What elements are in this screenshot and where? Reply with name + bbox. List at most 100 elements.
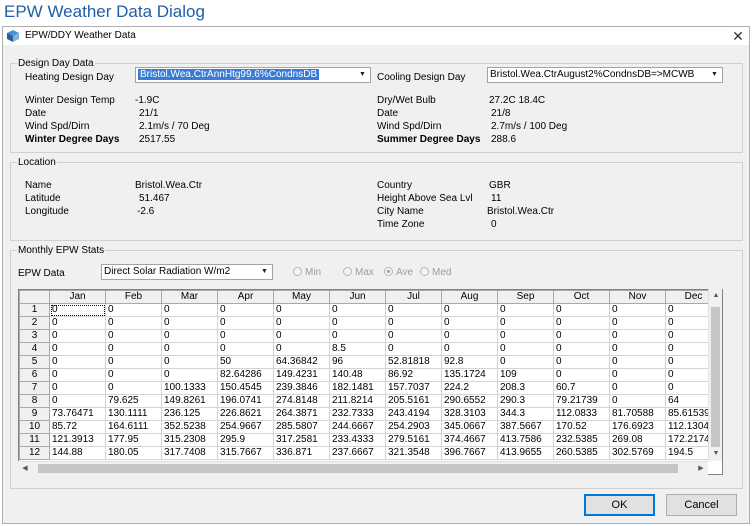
scroll-right-icon[interactable]: ▶ bbox=[694, 462, 708, 476]
grid-cell[interactable]: 0 bbox=[105, 316, 162, 330]
grid-cell[interactable]: 60.7 bbox=[553, 381, 610, 395]
chevron-down-icon[interactable]: ▼ bbox=[708, 69, 721, 81]
grid-cell[interactable]: 0 bbox=[217, 316, 274, 330]
radio-max[interactable]: Max bbox=[343, 267, 374, 278]
grid-cell[interactable]: 0 bbox=[553, 329, 610, 343]
grid-cell[interactable]: 0 bbox=[329, 303, 386, 317]
grid-cell[interactable]: 0 bbox=[609, 381, 666, 395]
grid-cell[interactable]: 254.9667 bbox=[217, 420, 274, 434]
grid-cell[interactable]: 0 bbox=[609, 303, 666, 317]
grid-cell[interactable]: 0 bbox=[161, 355, 218, 369]
grid-cell[interactable]: 50 bbox=[217, 355, 274, 369]
grid-cell[interactable]: 0 bbox=[105, 381, 162, 395]
grid-cell[interactable]: 85.72 bbox=[49, 420, 106, 434]
grid-cell[interactable]: 0 bbox=[105, 329, 162, 343]
row-header[interactable]: 7 bbox=[19, 381, 50, 395]
grid-cell[interactable]: 130.1111 bbox=[105, 407, 162, 421]
grid-cell[interactable]: 79.21739 bbox=[553, 394, 610, 408]
column-header[interactable]: Oct bbox=[553, 290, 610, 304]
cancel-button[interactable]: Cancel bbox=[666, 494, 737, 516]
close-icon[interactable]: ✕ bbox=[729, 27, 747, 45]
grid-cell[interactable]: 345.0667 bbox=[441, 420, 498, 434]
horizontal-scroll-thumb[interactable] bbox=[38, 464, 678, 473]
grid-cell[interactable]: 396.7667 bbox=[441, 446, 498, 460]
grid-cell[interactable]: 315.2308 bbox=[161, 433, 218, 447]
grid-cell[interactable]: 290.3 bbox=[497, 394, 554, 408]
grid-cell[interactable]: 157.7037 bbox=[385, 381, 442, 395]
grid-cell[interactable]: 0 bbox=[553, 355, 610, 369]
grid-cell[interactable]: 121.3913 bbox=[49, 433, 106, 447]
grid-cell[interactable]: 232.5385 bbox=[553, 433, 610, 447]
heating-design-day-select[interactable]: Bristol.Wea.CtrAnnHtg99.6%CondnsDB ▼ bbox=[135, 67, 371, 83]
grid-cell[interactable]: 135.1724 bbox=[441, 368, 498, 382]
grid-cell[interactable]: 149.4231 bbox=[273, 368, 330, 382]
grid-cell[interactable]: 196.0741 bbox=[217, 394, 274, 408]
grid-cell[interactable]: 86.92 bbox=[385, 368, 442, 382]
grid-cell[interactable]: 226.8621 bbox=[217, 407, 274, 421]
grid-cell[interactable]: 0 bbox=[609, 368, 666, 382]
column-header[interactable]: Nov bbox=[609, 290, 666, 304]
scroll-down-icon[interactable]: ▼ bbox=[709, 447, 723, 461]
grid-cell[interactable]: 0 bbox=[385, 316, 442, 330]
grid-cell[interactable]: 0 bbox=[217, 342, 274, 356]
grid-cell[interactable]: 0 bbox=[161, 316, 218, 330]
grid-cell[interactable]: 0 bbox=[49, 355, 106, 369]
row-header[interactable]: 9 bbox=[19, 407, 50, 421]
row-header[interactable]: 11 bbox=[19, 433, 50, 447]
grid-cell[interactable]: 0 bbox=[161, 342, 218, 356]
grid-cell[interactable]: 352.5238 bbox=[161, 420, 218, 434]
grid-cell[interactable]: 279.5161 bbox=[385, 433, 442, 447]
grid-cell[interactable]: 52.81818 bbox=[385, 355, 442, 369]
column-header[interactable]: Jul bbox=[385, 290, 442, 304]
grid-cell[interactable]: 237.6667 bbox=[329, 446, 386, 460]
grid-cell[interactable]: 0 bbox=[441, 303, 498, 317]
grid-cell[interactable]: 243.4194 bbox=[385, 407, 442, 421]
grid-cell[interactable]: 269.08 bbox=[609, 433, 666, 447]
grid-cell[interactable]: 0 bbox=[609, 394, 666, 408]
row-header[interactable]: 4 bbox=[19, 342, 50, 356]
row-header[interactable]: 8 bbox=[19, 394, 50, 408]
grid-cell[interactable]: 0 bbox=[161, 329, 218, 343]
grid-cell[interactable]: 317.7408 bbox=[161, 446, 218, 460]
row-header[interactable]: 5 bbox=[19, 355, 50, 369]
row-header[interactable]: 6 bbox=[19, 368, 50, 382]
grid-cell[interactable]: 0 bbox=[49, 303, 106, 317]
grid-cell[interactable]: 73.76471 bbox=[49, 407, 106, 421]
grid-cell[interactable]: 239.3846 bbox=[273, 381, 330, 395]
grid-cell[interactable]: 0 bbox=[385, 342, 442, 356]
column-header[interactable]: Jun bbox=[329, 290, 386, 304]
grid-cell[interactable]: 81.70588 bbox=[609, 407, 666, 421]
grid-cell[interactable]: 0 bbox=[553, 342, 610, 356]
grid-cell[interactable]: 170.52 bbox=[553, 420, 610, 434]
grid-cell[interactable]: 100.1333 bbox=[161, 381, 218, 395]
epw-data-select[interactable]: Direct Solar Radiation W/m2 ▼ bbox=[101, 264, 273, 280]
grid-cell[interactable]: 211.8214 bbox=[329, 394, 386, 408]
column-header[interactable]: Apr bbox=[217, 290, 274, 304]
grid-cell[interactable]: 92.8 bbox=[441, 355, 498, 369]
grid-cell[interactable]: 0 bbox=[49, 329, 106, 343]
grid-cell[interactable]: 0 bbox=[441, 342, 498, 356]
chevron-down-icon[interactable]: ▼ bbox=[258, 266, 271, 278]
grid-cell[interactable]: 290.6552 bbox=[441, 394, 498, 408]
grid-cell[interactable]: 176.6923 bbox=[609, 420, 666, 434]
vertical-scroll-thumb[interactable] bbox=[711, 307, 720, 447]
radio-ave[interactable]: Ave bbox=[384, 267, 413, 278]
grid-cell[interactable]: 0 bbox=[441, 316, 498, 330]
cooling-design-day-select[interactable]: Bristol.Wea.CtrAugust2%CondnsDB=>MCWB ▼ bbox=[487, 67, 723, 83]
grid-cell[interactable]: 0 bbox=[105, 355, 162, 369]
grid-cell[interactable]: 0 bbox=[497, 329, 554, 343]
grid-cell[interactable]: 0 bbox=[553, 316, 610, 330]
grid-cell[interactable]: 0 bbox=[105, 368, 162, 382]
grid-cell[interactable]: 0 bbox=[385, 329, 442, 343]
radio-min[interactable]: Min bbox=[293, 267, 321, 278]
chevron-down-icon[interactable]: ▼ bbox=[356, 69, 369, 81]
grid-cell[interactable]: 0 bbox=[49, 342, 106, 356]
grid-cell[interactable]: 264.3871 bbox=[273, 407, 330, 421]
grid-cell[interactable]: 0 bbox=[329, 316, 386, 330]
grid-cell[interactable]: 82.64286 bbox=[217, 368, 274, 382]
grid-cell[interactable]: 0 bbox=[329, 329, 386, 343]
grid-cell[interactable]: 0 bbox=[609, 329, 666, 343]
grid-cell[interactable]: 317.2581 bbox=[273, 433, 330, 447]
grid-cell[interactable]: 112.0833 bbox=[553, 407, 610, 421]
grid-cell[interactable]: 79.625 bbox=[105, 394, 162, 408]
